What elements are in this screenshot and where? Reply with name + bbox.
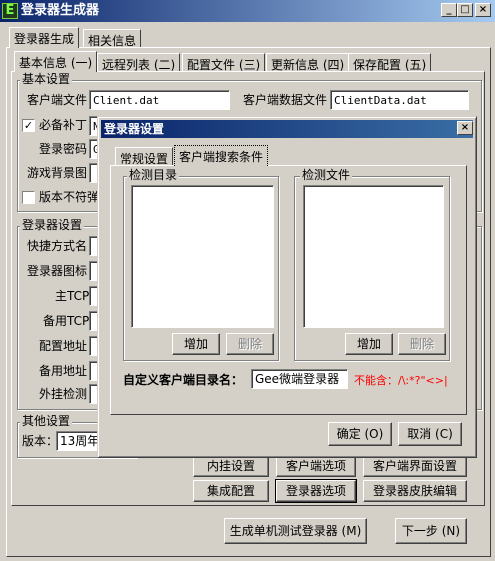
launcher-options-button[interactable]: 登录器选项 (275, 479, 357, 503)
detect-file-label: 检测文件 (300, 168, 353, 182)
version-mismatch-label: 版本不符弹 (39, 190, 100, 204)
launcher-settings-label: 登录器设置 (20, 218, 85, 232)
tab-launcher-generate[interactable]: 登录器生成 (9, 27, 80, 48)
backup-tcp-label: 备用TCP (43, 314, 90, 328)
launcher-settings-dialog: 登录器设置 × 常规设置 客户端搜索条件 检测目录 增加 删除 检测文件 增加 … (97, 116, 477, 458)
next-step-button[interactable]: 下一步 (N) (395, 518, 467, 544)
shortcut-name-label: 快捷方式名 (27, 239, 88, 253)
launcher-icon-label: 登录器图标 (27, 264, 88, 278)
version-select[interactable]: 13周年版 (56, 431, 100, 451)
custom-dir-label: 自定义客户端目录名： (123, 373, 244, 387)
app-icon: E (2, 3, 18, 19)
detect-dir-add-button[interactable]: 增加 (172, 333, 220, 355)
close-button[interactable]: × (475, 3, 491, 17)
other-settings-label: 其他设置 (20, 414, 73, 428)
client-options-button[interactable]: 客户端选项 (276, 455, 356, 477)
tab-update-info[interactable]: 更新信息 (四) (266, 53, 350, 72)
tab-config-file[interactable]: 配置文件 (三) (182, 53, 266, 72)
client-file-label: 客户端文件 (27, 93, 88, 107)
integrate-config-button[interactable]: 集成配置 (193, 480, 269, 502)
detect-dir-delete-button[interactable]: 删除 (226, 333, 274, 355)
dialog-tab-client-search[interactable]: 客户端搜索条件 (174, 145, 269, 166)
dialog-title-bar: 登录器设置 × (101, 120, 473, 138)
required-patch-checkbox[interactable]: ✓ (22, 119, 35, 132)
password-label: 登录密码 (39, 142, 88, 156)
game-bg-label: 游戏背景图 (27, 166, 88, 180)
required-patch-label: 必备补丁 (39, 118, 88, 132)
invalid-chars-hint: 不能含：/\:*?"<>| (354, 374, 448, 387)
main-tcp-label: 主TCP (55, 289, 90, 303)
backup-address-label: 备用地址 (39, 364, 88, 378)
dialog-title: 登录器设置 (104, 122, 165, 136)
minimize-button[interactable]: _ (441, 3, 457, 17)
plugin-detect-label: 外挂检测 (39, 387, 88, 401)
tab-remote-list[interactable]: 远程列表 (二) (97, 53, 181, 72)
dialog-close-button[interactable]: × (457, 121, 473, 135)
basic-settings-label: 基本设置 (20, 72, 73, 86)
detect-file-add-button[interactable]: 增加 (345, 333, 393, 355)
tab-basic-info[interactable]: 基本信息 (一) (14, 51, 98, 72)
dialog-ok-button[interactable]: 确定 (O) (328, 422, 392, 446)
dialog-cancel-button[interactable]: 取消 (C) (398, 422, 462, 446)
version-mismatch-checkbox[interactable] (22, 191, 35, 204)
window-title: 登录器生成器 (21, 3, 100, 18)
version-label: 版本： (22, 434, 59, 448)
detect-file-list[interactable] (303, 185, 444, 328)
generate-test-launcher-button[interactable]: 生成单机测试登录器 (M) (224, 518, 367, 544)
client-file-input[interactable]: Client.dat (89, 90, 230, 110)
client-data-input[interactable]: ClientData.dat (330, 90, 469, 110)
client-data-label: 客户端数据文件 (243, 93, 328, 107)
dialog-tab-general[interactable]: 常规设置 (115, 147, 174, 166)
client-ui-settings-button[interactable]: 客户端界面设置 (363, 455, 467, 477)
tab-related-info[interactable]: 相关信息 (83, 29, 142, 48)
launcher-skin-edit-button[interactable]: 登录器皮肤编辑 (363, 480, 467, 502)
maximize-button[interactable]: □ (457, 3, 473, 17)
detect-dir-label: 检测目录 (127, 168, 180, 182)
plugin-settings-button[interactable]: 内挂设置 (193, 455, 269, 477)
custom-dir-input[interactable]: Gee微端登录器 (251, 369, 348, 389)
detect-file-delete-button[interactable]: 删除 (398, 333, 446, 355)
detect-dir-list[interactable] (131, 185, 274, 328)
title-bar: E 登录器生成器 _ □ × (0, 0, 495, 22)
tab-save-config[interactable]: 保存配置 (五) (348, 53, 432, 72)
config-address-label: 配置地址 (39, 339, 88, 353)
